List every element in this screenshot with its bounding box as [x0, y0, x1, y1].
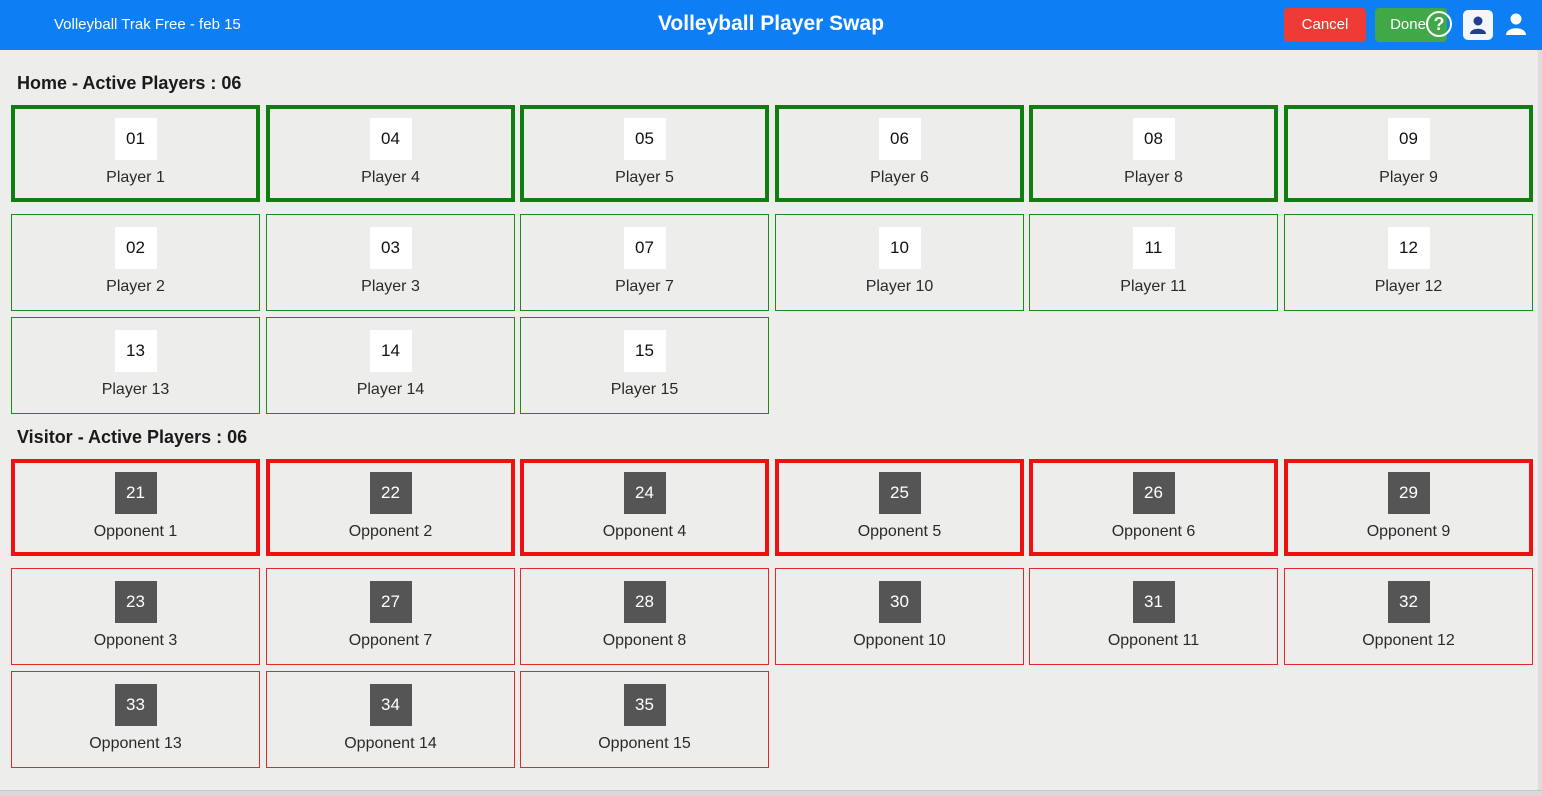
- player-name: Opponent 1: [93, 523, 178, 540]
- visitor-player-card[interactable]: 23 Opponent 3: [11, 568, 260, 665]
- visitor-player-card[interactable]: 31 Opponent 11: [1029, 568, 1278, 665]
- jersey-number: 27: [369, 581, 412, 623]
- jersey-number: 11: [1132, 227, 1175, 269]
- player-name: Player 4: [361, 169, 420, 186]
- visitor-player-card[interactable]: 33 Opponent 13: [11, 671, 260, 768]
- jersey-number: 22: [369, 472, 412, 514]
- player-name: Player 2: [106, 278, 165, 295]
- home-player-card[interactable]: 01 Player 1: [11, 105, 260, 202]
- jersey-number: 01: [114, 118, 157, 160]
- player-name: Opponent 8: [602, 632, 687, 649]
- player-name: Player 13: [101, 381, 170, 398]
- player-name: Opponent 9: [1366, 523, 1451, 540]
- home-player-card[interactable]: 15 Player 15: [520, 317, 769, 414]
- player-name: Opponent 13: [89, 735, 182, 752]
- jersey-number: 25: [878, 472, 921, 514]
- jersey-number: 32: [1387, 581, 1430, 623]
- home-player-card[interactable]: 08 Player 8: [1029, 105, 1278, 202]
- jersey-number: 08: [1132, 118, 1175, 160]
- jersey-number: 04: [369, 118, 412, 160]
- help-circle-icon[interactable]: ?: [1426, 11, 1452, 37]
- home-player-card[interactable]: 04 Player 4: [266, 105, 515, 202]
- player-name: Player 11: [1120, 278, 1187, 295]
- visitor-player-card[interactable]: 25 Opponent 5: [775, 459, 1024, 556]
- jersey-number: 06: [878, 118, 921, 160]
- jersey-number: 33: [114, 684, 157, 726]
- window-edge: [1538, 50, 1542, 796]
- visitor-player-card[interactable]: 32 Opponent 12: [1284, 568, 1533, 665]
- jersey-number: 21: [114, 472, 157, 514]
- home-player-card[interactable]: 11 Player 11: [1029, 214, 1278, 311]
- player-name: Player 3: [361, 278, 420, 295]
- visitor-player-card[interactable]: 34 Opponent 14: [266, 671, 515, 768]
- player-name: Player 14: [356, 381, 425, 398]
- jersey-number: 02: [114, 227, 157, 269]
- home-player-card[interactable]: 14 Player 14: [266, 317, 515, 414]
- jersey-number: 35: [623, 684, 666, 726]
- player-name: Player 12: [1374, 278, 1443, 295]
- home-player-card[interactable]: 13 Player 13: [11, 317, 260, 414]
- player-name: Opponent 7: [348, 632, 433, 649]
- user-profile-icon[interactable]: [1505, 12, 1527, 36]
- jersey-number: 05: [623, 118, 666, 160]
- player-name: Opponent 14: [344, 735, 437, 752]
- top-bar: Volleyball Trak Free - feb 15 Volleyball…: [0, 0, 1542, 50]
- cancel-button[interactable]: Cancel: [1284, 8, 1366, 42]
- visitor-section-heading: Visitor - Active Players : 06: [17, 427, 248, 447]
- player-name: Player 9: [1379, 169, 1438, 186]
- jersey-number: 30: [878, 581, 921, 623]
- jersey-number: 23: [114, 581, 157, 623]
- player-name: Opponent 6: [1111, 523, 1196, 540]
- jersey-number: 10: [878, 227, 921, 269]
- jersey-number: 34: [369, 684, 412, 726]
- visitor-player-card[interactable]: 35 Opponent 15: [520, 671, 769, 768]
- player-name: Player 1: [106, 169, 165, 186]
- player-name: Opponent 10: [853, 632, 946, 649]
- jersey-number: 28: [623, 581, 666, 623]
- home-section-heading: Home - Active Players : 06: [17, 73, 242, 93]
- jersey-number: 03: [369, 227, 412, 269]
- jersey-number: 14: [369, 330, 412, 372]
- player-name: Player 6: [870, 169, 929, 186]
- jersey-number: 15: [623, 330, 666, 372]
- visitor-player-card[interactable]: 28 Opponent 8: [520, 568, 769, 665]
- visitor-player-card[interactable]: 26 Opponent 6: [1029, 459, 1278, 556]
- jersey-number: 07: [623, 227, 666, 269]
- jersey-number: 26: [1132, 472, 1175, 514]
- player-name: Opponent 2: [348, 523, 433, 540]
- player-name: Opponent 4: [602, 523, 687, 540]
- player-name: Player 5: [615, 169, 674, 186]
- player-name: Player 8: [1124, 169, 1183, 186]
- player-name: Player 7: [615, 278, 674, 295]
- home-player-card[interactable]: 07 Player 7: [520, 214, 769, 311]
- visitor-player-card[interactable]: 29 Opponent 9: [1284, 459, 1533, 556]
- jersey-number: 12: [1387, 227, 1430, 269]
- visitor-player-card[interactable]: 24 Opponent 4: [520, 459, 769, 556]
- home-player-card[interactable]: 06 Player 6: [775, 105, 1024, 202]
- visitor-player-card[interactable]: 30 Opponent 10: [775, 568, 1024, 665]
- player-name: Player 15: [610, 381, 679, 398]
- player-name: Opponent 11: [1107, 632, 1200, 649]
- player-name: Opponent 15: [598, 735, 691, 752]
- home-player-card[interactable]: 05 Player 5: [520, 105, 769, 202]
- bottom-edge: [0, 790, 1542, 796]
- home-player-card[interactable]: 09 Player 9: [1284, 105, 1533, 202]
- jersey-number: 24: [623, 472, 666, 514]
- home-player-card[interactable]: 10 Player 10: [775, 214, 1024, 311]
- jersey-number: 31: [1132, 581, 1175, 623]
- player-name: Opponent 5: [857, 523, 942, 540]
- contact-card-icon[interactable]: [1463, 10, 1493, 40]
- home-player-card[interactable]: 02 Player 2: [11, 214, 260, 311]
- player-name: Player 10: [865, 278, 934, 295]
- player-name: Opponent 12: [1362, 632, 1455, 649]
- jersey-number: 09: [1387, 118, 1430, 160]
- visitor-player-card[interactable]: 27 Opponent 7: [266, 568, 515, 665]
- visitor-player-card[interactable]: 21 Opponent 1: [11, 459, 260, 556]
- visitor-player-card[interactable]: 22 Opponent 2: [266, 459, 515, 556]
- home-player-card[interactable]: 03 Player 3: [266, 214, 515, 311]
- jersey-number: 29: [1387, 472, 1430, 514]
- jersey-number: 13: [114, 330, 157, 372]
- player-name: Opponent 3: [93, 632, 178, 649]
- home-player-card[interactable]: 12 Player 12: [1284, 214, 1533, 311]
